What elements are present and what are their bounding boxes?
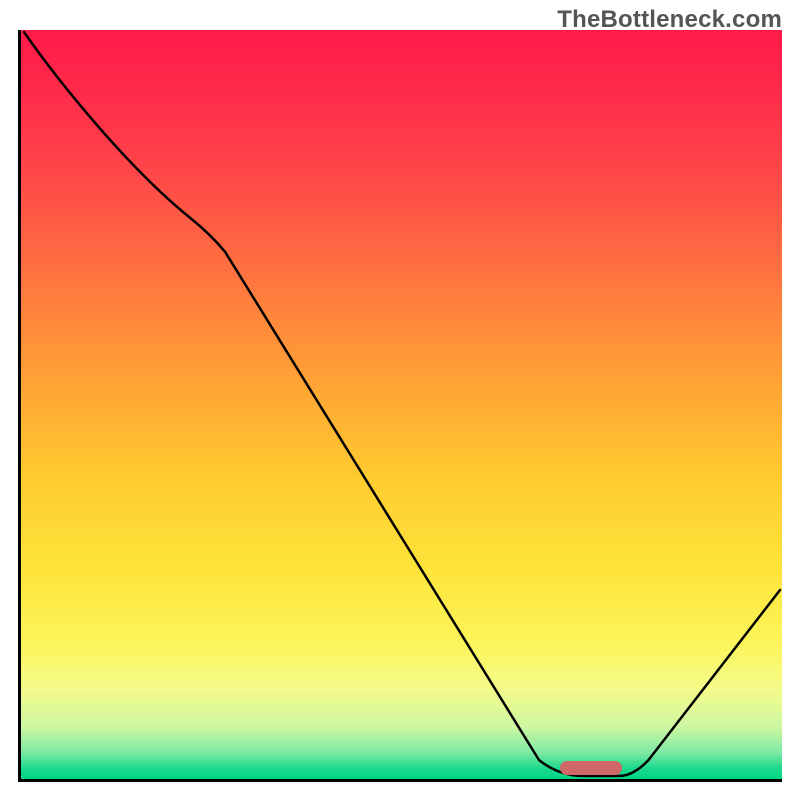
optimal-range-marker [560, 761, 622, 775]
curve-path [24, 32, 780, 776]
chart-plot-area [18, 30, 782, 782]
bottleneck-curve [21, 30, 782, 779]
